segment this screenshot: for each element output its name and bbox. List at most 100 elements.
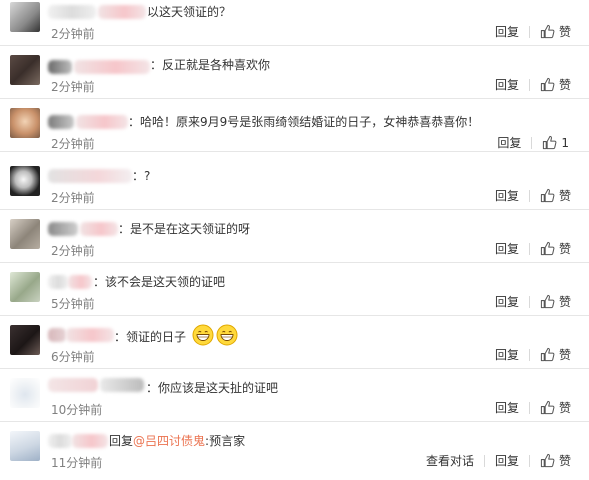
username-blurred[interactable]: [48, 169, 132, 183]
username-blurred[interactable]: [48, 115, 74, 129]
reply-button[interactable]: 回复: [497, 134, 521, 151]
like-label: 赞: [558, 25, 571, 39]
username-blurred[interactable]: [48, 5, 96, 19]
username-blurred[interactable]: [72, 434, 108, 448]
comment-text: ：你应该是这天扯的证吧: [146, 381, 279, 395]
like-button[interactable]: 赞: [540, 76, 571, 93]
divider: [528, 78, 530, 91]
username-blurred[interactable]: [48, 434, 72, 448]
comment-item: 以这天领证的？ 2分钟前 回复 赞: [0, 0, 589, 46]
thumbs-up-icon: [540, 24, 555, 39]
like-button[interactable]: 赞: [540, 187, 571, 204]
reply-button[interactable]: 回复: [495, 240, 519, 257]
reply-button[interactable]: 回复: [495, 346, 519, 363]
comment-actions: 回复 赞: [495, 293, 571, 310]
comment-item: ：你应该是这天扯的证吧 10分钟前 回复 赞: [0, 369, 589, 422]
like-label: 赞: [558, 295, 571, 309]
username-blurred[interactable]: [80, 222, 118, 236]
like-label: 赞: [558, 189, 571, 203]
like-button[interactable]: 赞: [540, 452, 571, 469]
divider: [528, 242, 530, 255]
thumbs-up-icon: [540, 188, 555, 203]
divider: [528, 401, 530, 414]
divider: [528, 348, 530, 361]
avatar[interactable]: [10, 166, 40, 196]
avatar[interactable]: [10, 2, 40, 32]
avatar[interactable]: [10, 108, 40, 138]
username-blurred[interactable]: [98, 5, 146, 19]
username-blurred[interactable]: [68, 275, 92, 289]
username-blurred[interactable]: [48, 275, 68, 289]
divider: [528, 454, 530, 467]
mention-link[interactable]: @吕四讨债鬼: [133, 434, 205, 448]
timestamp: 2分钟前: [51, 191, 95, 205]
avatar[interactable]: [10, 55, 40, 85]
avatar[interactable]: [10, 325, 40, 355]
comment-actions: 回复 赞: [495, 346, 571, 363]
reply-button[interactable]: 回复: [495, 187, 519, 204]
timestamp: 2分钟前: [51, 27, 95, 41]
comment-item: ：反正就是各种喜欢你 2分钟前 回复 赞: [0, 46, 589, 99]
comment-actions: 回复 赞: [495, 399, 571, 416]
like-button[interactable]: 赞: [540, 346, 571, 363]
timestamp: 2分钟前: [51, 244, 95, 258]
thumbs-up-icon: [540, 77, 555, 92]
timestamp: 6分钟前: [51, 350, 95, 364]
reply-button[interactable]: 回复: [495, 399, 519, 416]
username-blurred[interactable]: [48, 60, 72, 74]
timestamp: 11分钟前: [51, 456, 103, 470]
like-button[interactable]: 赞: [540, 399, 571, 416]
reply-button[interactable]: 回复: [495, 452, 519, 469]
timestamp: 10分钟前: [51, 403, 103, 417]
avatar[interactable]: [10, 272, 40, 302]
reply-prefix: 回复: [109, 434, 134, 448]
avatar[interactable]: [10, 219, 40, 249]
comment-actions: 回复 赞: [495, 76, 571, 93]
comment-text-body: :预言家: [205, 434, 246, 448]
username-blurred[interactable]: [66, 328, 114, 342]
thumbs-up-icon: [540, 453, 555, 468]
comment-item: ：哈哈！原来9月9号是张雨绮领结婚证的日子，女神恭喜恭喜你！ 2分钟前 回复 1: [0, 99, 589, 152]
reply-button[interactable]: 回复: [495, 76, 519, 93]
like-label: 赞: [558, 348, 571, 362]
like-button[interactable]: 赞: [540, 240, 571, 257]
comment-actions: 查看对话 回复 赞: [426, 452, 571, 469]
username-blurred[interactable]: [48, 222, 78, 236]
avatar[interactable]: [10, 378, 40, 408]
divider: [483, 454, 485, 467]
username-blurred[interactable]: [76, 115, 128, 129]
comment-actions: 回复 1: [497, 134, 569, 151]
thumbs-up-icon: [540, 294, 555, 309]
like-button[interactable]: 赞: [540, 293, 571, 310]
username-blurred[interactable]: [48, 328, 66, 342]
thumbs-up-icon: [540, 400, 555, 415]
comment-text: 以这天领证的？: [147, 5, 232, 19]
like-label: 赞: [558, 78, 571, 92]
thumbs-up-icon: [540, 347, 555, 362]
username-blurred[interactable]: [48, 378, 98, 392]
divider: [528, 189, 530, 202]
like-label: 赞: [558, 401, 571, 415]
like-button[interactable]: 1: [542, 135, 569, 150]
comment-text: ：领证的日子: [114, 324, 238, 351]
username-blurred[interactable]: [74, 60, 150, 74]
like-label: 赞: [558, 454, 571, 468]
comment-actions: 回复 赞: [495, 240, 571, 257]
divider: [528, 25, 530, 38]
comment-text: ：该不会是这天领的证吧: [93, 275, 226, 289]
comment-text: ：反正就是各种喜欢你: [150, 58, 271, 72]
comment-actions: 回复 赞: [495, 187, 571, 204]
view-conversation-button[interactable]: 查看对话: [426, 452, 474, 469]
comment-text-body: ：领证的日子: [114, 330, 187, 344]
timestamp: 2分钟前: [51, 80, 95, 94]
username-blurred[interactable]: [100, 378, 144, 392]
timestamp: 5分钟前: [51, 297, 95, 311]
avatar[interactable]: [10, 431, 40, 461]
comment-text: ：?: [132, 169, 151, 183]
divider: [531, 136, 533, 149]
reply-button[interactable]: 回复: [495, 23, 519, 40]
like-button[interactable]: 赞: [540, 23, 571, 40]
comment-text: 回复@吕四讨债鬼:预言家: [109, 432, 245, 450]
like-label: 赞: [558, 242, 571, 256]
reply-button[interactable]: 回复: [495, 293, 519, 310]
